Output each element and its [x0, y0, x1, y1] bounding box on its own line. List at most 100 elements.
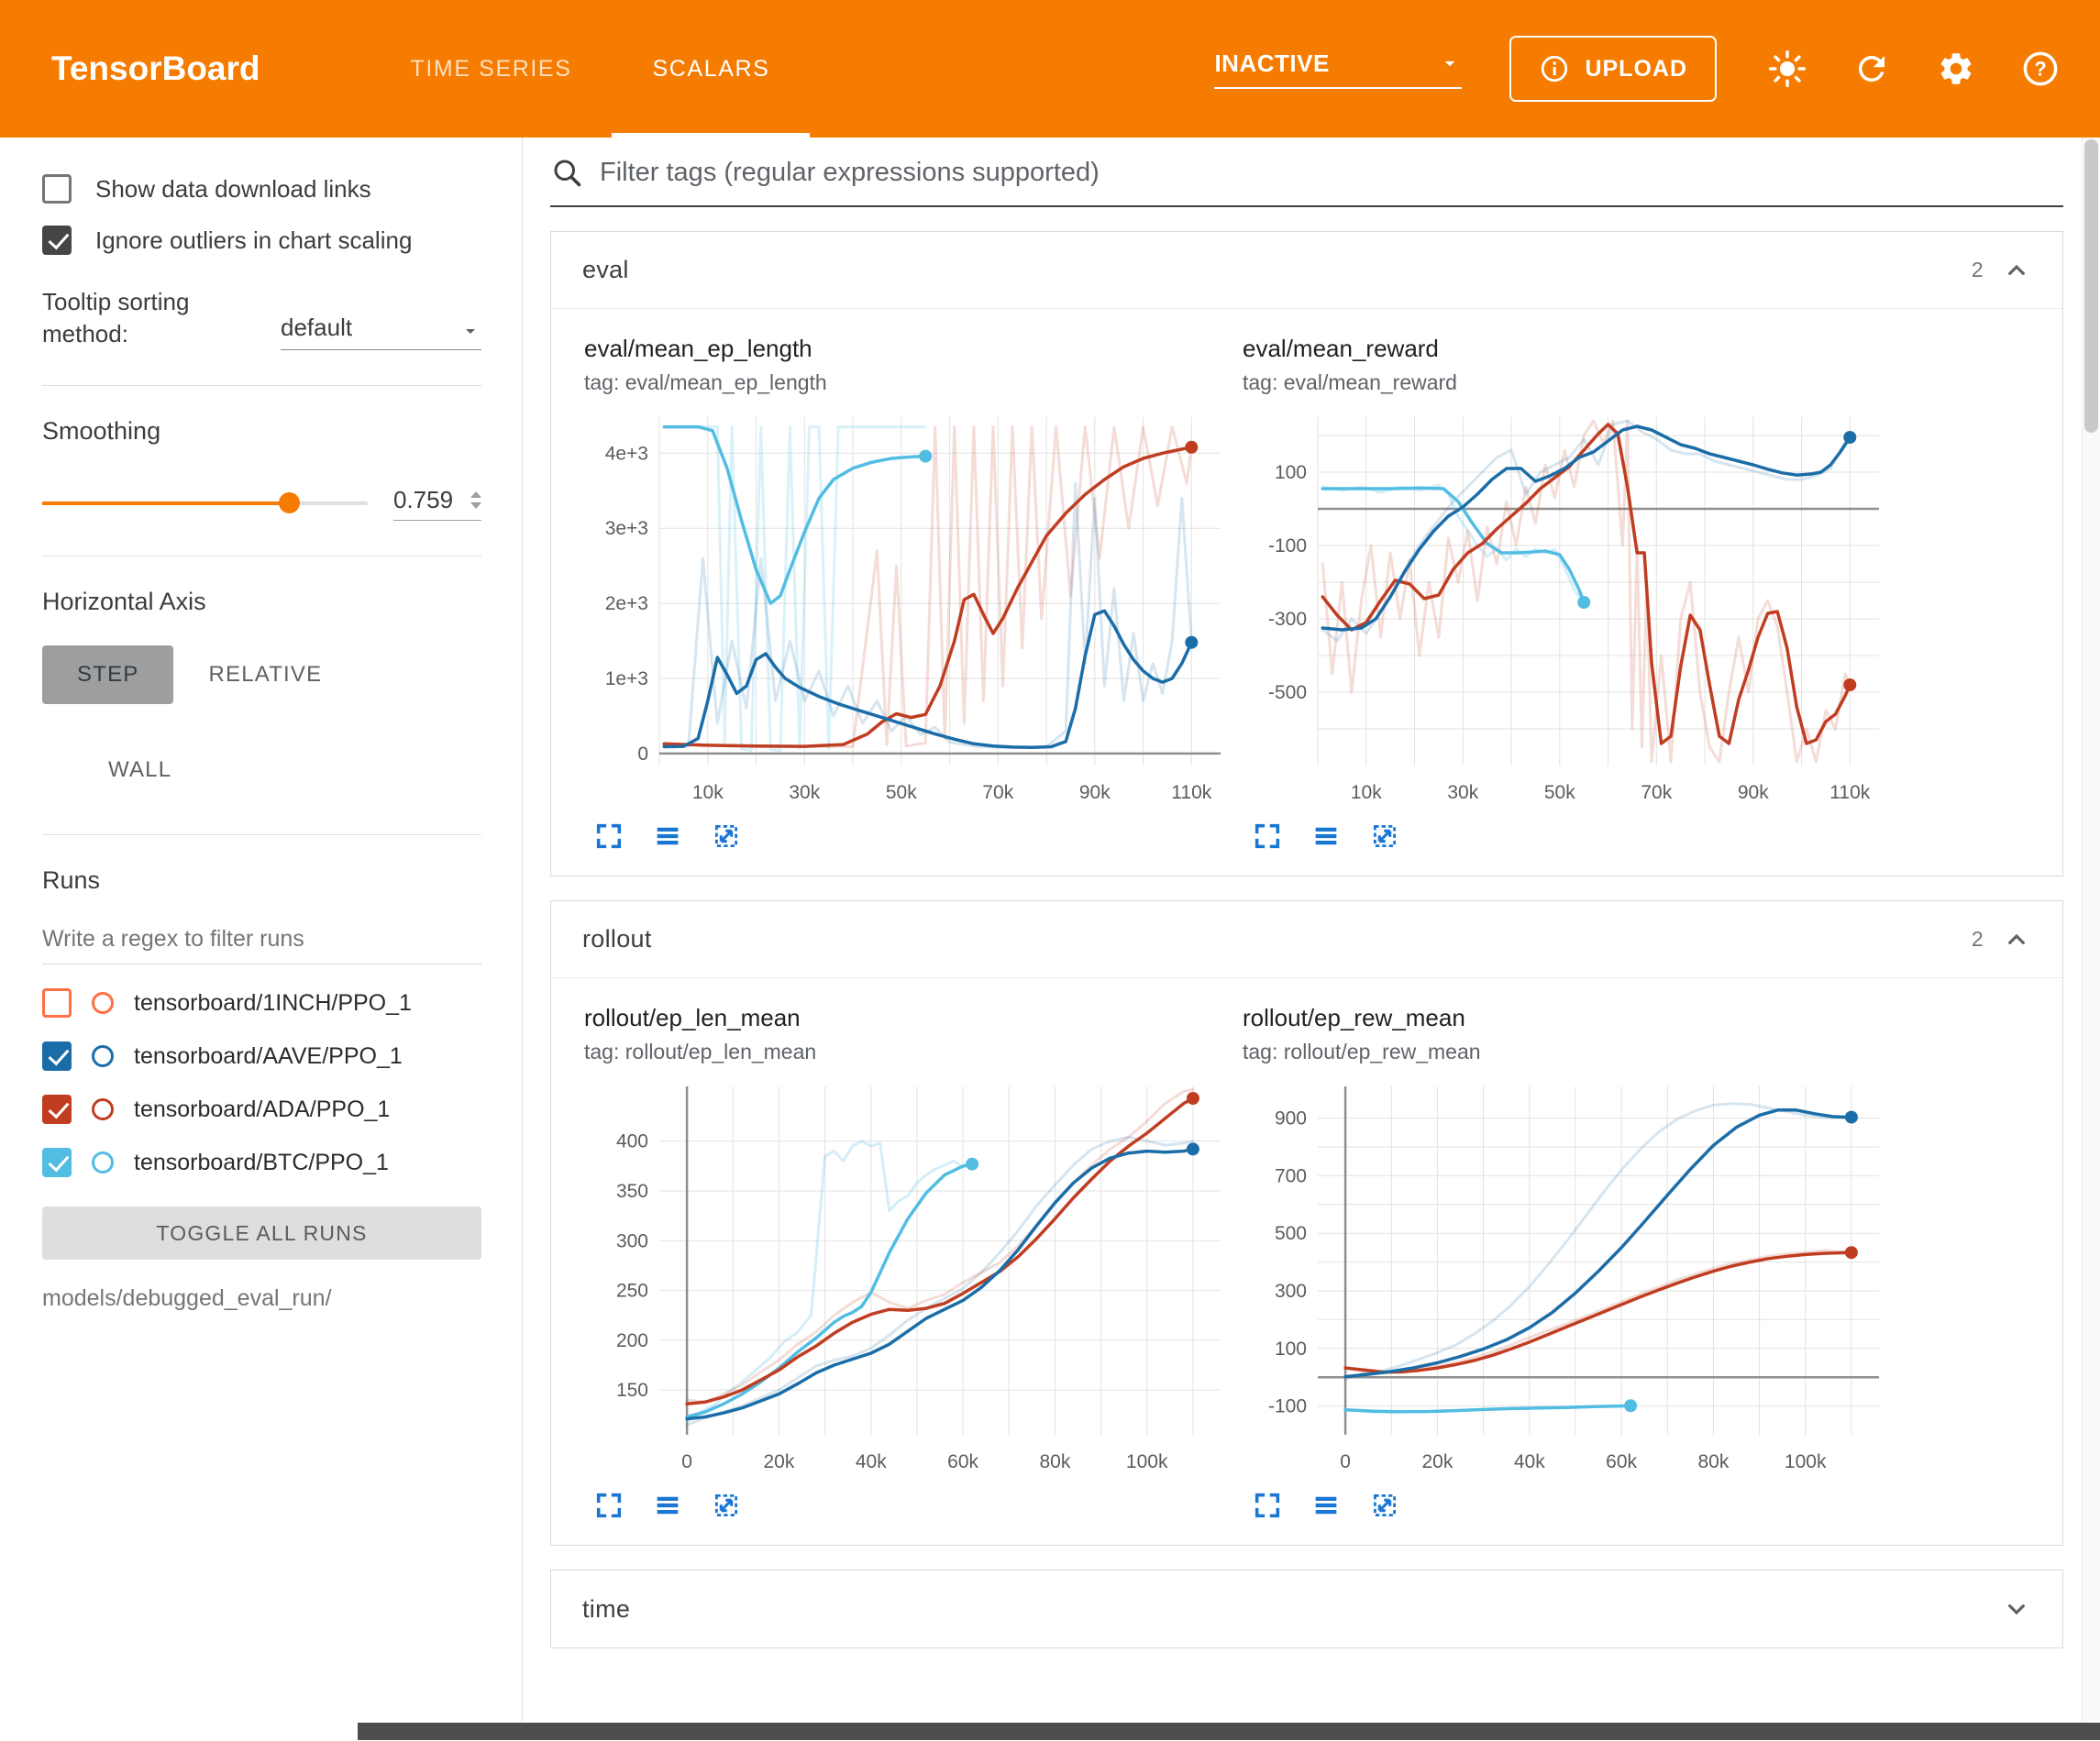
- chevron-down-icon: [1438, 51, 1462, 75]
- chart-eval-mean-reward: eval/mean_reward tag: eval/mean_reward 1…: [1243, 335, 1884, 852]
- ignore-outliers-checkbox[interactable]: Ignore outliers in chart scaling: [42, 226, 481, 255]
- expand-chart-icon[interactable]: [593, 1490, 624, 1521]
- svg-text:20k: 20k: [763, 1451, 794, 1472]
- fit-domain-icon[interactable]: [1369, 821, 1400, 852]
- help-icon[interactable]: ?: [2021, 50, 2060, 88]
- chevron-up-icon[interactable]: [2002, 925, 2031, 954]
- chart-title: eval/mean_reward: [1243, 335, 1884, 363]
- expand-chart-icon[interactable]: [1252, 821, 1283, 852]
- axis-relative-button[interactable]: RELATIVE: [173, 645, 357, 704]
- header-icon-group: ?: [1768, 50, 2060, 88]
- svg-text:0: 0: [1340, 1451, 1351, 1472]
- chart-rollout-ep-len-mean: rollout/ep_len_mean tag: rollout/ep_len_…: [584, 1004, 1226, 1521]
- tab-scalars[interactable]: SCALARS: [612, 0, 810, 138]
- divider: [42, 385, 481, 386]
- runs-menu-icon[interactable]: [1310, 1490, 1342, 1521]
- svg-text:80k: 80k: [1697, 1451, 1729, 1472]
- tooltip-sorting-label: Tooltip sorting method:: [42, 286, 262, 350]
- vertical-scrollbar[interactable]: [2082, 138, 2100, 1722]
- brightness-icon[interactable]: [1768, 50, 1807, 88]
- tab-time-series[interactable]: TIME SERIES: [370, 0, 613, 138]
- run-row-ada[interactable]: tensorboard/ADA/PPO_1: [42, 1095, 481, 1124]
- svg-text:2e+3: 2e+3: [605, 593, 648, 614]
- section-count: 2: [1972, 927, 1984, 952]
- run-row-1inch[interactable]: tensorboard/1INCH/PPO_1: [42, 988, 481, 1018]
- fit-domain-icon[interactable]: [711, 1490, 742, 1521]
- svg-text:-100: -100: [1268, 535, 1307, 556]
- svg-text:70k: 70k: [1641, 782, 1672, 803]
- status-dropdown[interactable]: INACTIVE: [1214, 50, 1462, 89]
- run-row-aave[interactable]: tensorboard/AAVE/PPO_1: [42, 1041, 481, 1071]
- svg-text:60k: 60k: [947, 1451, 978, 1472]
- run-checkbox[interactable]: [42, 1095, 72, 1124]
- toggle-all-runs-button[interactable]: TOGGLE ALL RUNS: [42, 1207, 481, 1260]
- expand-chart-icon[interactable]: [593, 821, 624, 852]
- section-time-header[interactable]: time: [551, 1570, 2062, 1647]
- run-checkbox[interactable]: [42, 988, 72, 1018]
- chart-tag: tag: rollout/ep_len_mean: [584, 1040, 1226, 1064]
- axis-step-button[interactable]: STEP: [42, 645, 173, 704]
- vertical-scrollbar-thumb[interactable]: [2084, 139, 2098, 433]
- info-icon: [1539, 53, 1570, 84]
- checkbox-box[interactable]: [42, 174, 72, 204]
- section-count: 2: [1972, 258, 1984, 282]
- tag-filter-input[interactable]: [600, 158, 2063, 188]
- svg-text:40k: 40k: [1514, 1451, 1545, 1472]
- smoothing-slider[interactable]: [42, 501, 368, 505]
- svg-text:10k: 10k: [692, 782, 724, 803]
- settings-gear-icon[interactable]: [1937, 50, 1975, 88]
- tooltip-sorting-select[interactable]: default: [281, 286, 481, 350]
- slider-thumb[interactable]: [279, 492, 300, 513]
- show-download-links-checkbox[interactable]: Show data download links: [42, 174, 481, 204]
- svg-text:0: 0: [637, 744, 648, 765]
- horizontal-axis-label: Horizontal Axis: [42, 588, 481, 616]
- section-card-eval: eval 2 eval/mean_ep_length tag: eval/mea…: [550, 231, 2063, 876]
- rollout-ep-rew-mean-plot[interactable]: 020k40k60k80k100k-100100300500700900: [1243, 1074, 1884, 1479]
- chart-tag: tag: eval/mean_reward: [1243, 370, 1884, 395]
- checkbox-label: Show data download links: [95, 175, 371, 204]
- stepper-icon[interactable]: [470, 491, 481, 509]
- refresh-icon[interactable]: [1852, 50, 1891, 88]
- chevron-up-icon[interactable]: [2002, 256, 2031, 285]
- fit-domain-icon[interactable]: [711, 821, 742, 852]
- svg-text:-500: -500: [1268, 682, 1307, 703]
- svg-text:100k: 100k: [1126, 1451, 1168, 1472]
- svg-text:350: 350: [616, 1181, 648, 1202]
- run-color-ring: [92, 1151, 114, 1174]
- svg-text:150: 150: [616, 1380, 648, 1401]
- runs-menu-icon[interactable]: [652, 1490, 683, 1521]
- smoothing-value[interactable]: 0.759: [393, 486, 481, 521]
- eval-mean-reward-plot[interactable]: 10k30k50k70k90k110k100-100-300-500: [1243, 404, 1884, 810]
- upload-button[interactable]: UPLOAD: [1509, 36, 1717, 102]
- tag-filter-bar: [550, 156, 2063, 207]
- checkbox-box[interactable]: [42, 226, 72, 255]
- runs-filter-input[interactable]: [42, 919, 481, 964]
- svg-text:50k: 50k: [1544, 782, 1575, 803]
- slider-fill: [42, 501, 289, 505]
- run-label: tensorboard/BTC/PPO_1: [134, 1150, 389, 1176]
- horizontal-scrollbar[interactable]: [0, 1722, 2100, 1741]
- eval-mean-ep-length-plot[interactable]: 10k30k50k70k90k110k01e+32e+33e+34e+3: [584, 404, 1226, 810]
- section-eval-header[interactable]: eval 2: [551, 232, 2062, 309]
- runs-menu-icon[interactable]: [652, 821, 683, 852]
- horizontal-scrollbar-thumb[interactable]: [358, 1723, 2100, 1740]
- fit-domain-icon[interactable]: [1369, 1490, 1400, 1521]
- search-icon: [550, 156, 583, 189]
- app-header: TensorBoard TIME SERIES SCALARS INACTIVE…: [0, 0, 2100, 138]
- run-checkbox[interactable]: [42, 1148, 72, 1177]
- expand-chart-icon[interactable]: [1252, 1490, 1283, 1521]
- rollout-ep-len-mean-plot[interactable]: 020k40k60k80k100k150200250300350400: [584, 1074, 1226, 1479]
- section-name: eval: [582, 256, 629, 284]
- chevron-down-icon[interactable]: [2002, 1594, 2031, 1624]
- section-rollout-header[interactable]: rollout 2: [551, 901, 2062, 978]
- checkbox-label: Ignore outliers in chart scaling: [95, 226, 412, 255]
- axis-wall-button[interactable]: WALL: [73, 741, 206, 799]
- run-checkbox[interactable]: [42, 1041, 72, 1071]
- run-row-btc[interactable]: tensorboard/BTC/PPO_1: [42, 1148, 481, 1177]
- runs-menu-icon[interactable]: [1310, 821, 1342, 852]
- run-label: tensorboard/AAVE/PPO_1: [134, 1043, 403, 1070]
- svg-text:1e+3: 1e+3: [605, 668, 648, 689]
- upload-label: UPLOAD: [1585, 56, 1687, 83]
- chart-toolbar: [1243, 1490, 1884, 1521]
- chart-tag: tag: rollout/ep_rew_mean: [1243, 1040, 1884, 1064]
